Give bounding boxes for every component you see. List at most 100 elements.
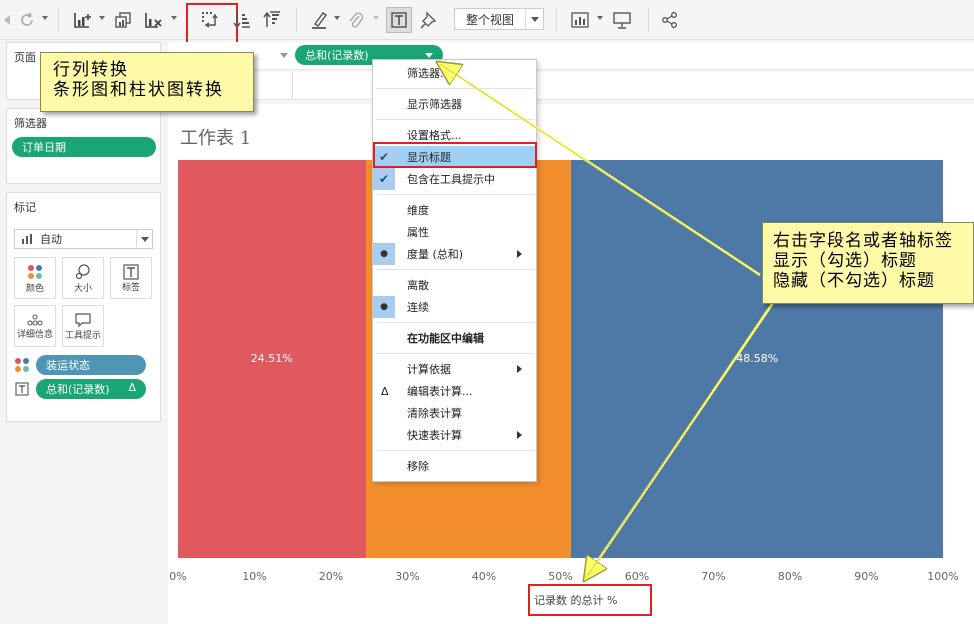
new-worksheet-icon[interactable]	[70, 7, 96, 33]
highlight-caret-icon[interactable]	[334, 16, 340, 20]
menu-separator	[377, 450, 534, 451]
color-dots-icon	[28, 264, 42, 279]
menu-item[interactable]: 在功能区中编辑	[373, 327, 536, 349]
show-me-caret-icon[interactable]	[597, 16, 603, 20]
detail-mark-button[interactable]: 详细信息	[14, 305, 56, 347]
refresh-icon[interactable]	[16, 7, 38, 33]
toolbar-separator	[556, 8, 557, 32]
duplicate-sheet-icon[interactable]	[112, 7, 136, 33]
menu-item[interactable]: 快速表计算	[373, 424, 536, 446]
menu-item[interactable]: Δ 编辑表计算...	[373, 380, 536, 402]
menu-item-label: 属性	[407, 226, 429, 239]
menu-separator	[377, 119, 534, 120]
menu-item-label: 度量 (总和)	[407, 248, 464, 261]
menu-item[interactable]: 离散	[373, 274, 536, 296]
tooltip-label: 工具提示	[64, 330, 101, 341]
color-mark-button[interactable]: 颜色	[14, 257, 56, 299]
menu-item-label: 连续	[407, 301, 429, 314]
menu-item-label: 维度	[407, 204, 429, 217]
callout-swap-rows-columns: 行列转换 条形图和柱状图转换	[40, 52, 254, 112]
menu-item[interactable]: 移除	[373, 455, 536, 477]
highlight-pen-icon[interactable]	[306, 7, 332, 33]
menu-item-label: 包含在工具提示中	[407, 173, 495, 186]
callout-show-header: 右击字段名或者轴标签 显示（勾选）标题 隐藏（不勾选）标题	[762, 222, 974, 304]
redo-icon[interactable]	[0, 7, 14, 33]
label-field-row: 总和(记录数) Δ	[14, 379, 146, 399]
menu-separator	[377, 88, 534, 89]
menu-item[interactable]: ● 连续	[373, 296, 536, 318]
toolbar-separator	[296, 8, 297, 32]
color-field-row: 装运状态	[14, 355, 146, 375]
refresh-caret-icon[interactable]	[42, 16, 48, 20]
sort-descending-icon[interactable]	[260, 7, 284, 33]
show-mark-labels-icon[interactable]	[386, 7, 412, 33]
menu-item[interactable]: 清除表计算	[373, 402, 536, 424]
menu-item[interactable]: ✔ 包含在工具提示中	[373, 168, 536, 190]
menu-item[interactable]: 筛选器...	[373, 62, 536, 84]
menu-item[interactable]: ● 度量 (总和)	[373, 243, 536, 265]
show-me-icon[interactable]	[568, 7, 592, 33]
submenu-arrow-icon	[517, 431, 522, 439]
checkmark-icon: ✔	[373, 168, 395, 190]
chevron-down-icon	[525, 9, 543, 29]
x-tick-label: 0%	[169, 570, 187, 583]
label-label: 标签	[121, 282, 140, 293]
filters-title: 筛选器	[14, 117, 47, 130]
x-tick-label: 10%	[242, 570, 267, 583]
clear-sheet-caret-icon[interactable]	[171, 16, 177, 20]
chevron-down-icon	[136, 230, 152, 248]
submenu-arrow-icon	[517, 250, 522, 258]
table-calc-delta-icon: Δ	[128, 381, 136, 394]
columns-pill-label: 总和(记录数)	[305, 49, 369, 62]
menu-item-label: 设置格式...	[407, 129, 462, 142]
fit-view-select[interactable]: 整个视图	[454, 8, 544, 30]
callout-left-line1: 行列转换	[53, 60, 129, 80]
label-mark-button[interactable]: 标签	[110, 257, 152, 299]
share-icon[interactable]	[658, 7, 682, 33]
bar-segment-label: 24.51%	[250, 352, 293, 365]
menu-item[interactable]: 计算依据	[373, 358, 536, 380]
menu-item[interactable]: 显示筛选器	[373, 93, 536, 115]
color-label: 颜色	[25, 283, 44, 294]
detail-label: 详细信息	[16, 329, 53, 340]
filter-pill-order-date[interactable]: 订单日期	[12, 137, 156, 157]
group-paperclip-icon[interactable]	[344, 7, 368, 33]
menu-item-label: 编辑表计算...	[407, 385, 473, 398]
new-worksheet-caret-icon[interactable]	[99, 16, 105, 20]
text-label-icon	[123, 263, 139, 280]
columns-shelf: 总和(记录数)	[168, 42, 974, 70]
mark-type-select[interactable]: 自动	[14, 229, 153, 249]
presentation-mode-icon[interactable]	[610, 7, 634, 33]
sort-ascending-icon[interactable]	[230, 7, 254, 33]
toolbar-separator	[648, 8, 649, 32]
x-tick-label: 80%	[777, 570, 803, 583]
callout-right-line1: 右击字段名或者轴标签	[773, 231, 953, 251]
menu-item[interactable]: 属性	[373, 221, 536, 243]
marks-title: 标记	[14, 201, 36, 214]
group-caret-icon[interactable]	[373, 16, 379, 20]
menu-item-label: 离散	[407, 279, 429, 292]
label-field-pill[interactable]: 总和(记录数) Δ	[36, 379, 146, 399]
submenu-arrow-icon	[517, 365, 522, 373]
menu-item[interactable]: 维度	[373, 199, 536, 221]
menu-item-label: 计算依据	[407, 363, 451, 376]
menu-item-label: 移除	[407, 460, 429, 473]
show-header-highlight-box	[373, 142, 537, 168]
x-tick-label: 30%	[395, 570, 420, 583]
color-field-pill[interactable]: 装运状态	[36, 355, 146, 375]
field-context-menu: 筛选器... 显示筛选器 设置格式... ✔ 显示标题 ✔ 包含在工具提示中 维度 属性 ● 度量 …	[372, 59, 537, 482]
toolbar: 整个视图	[0, 0, 974, 47]
fix-axes-pin-icon[interactable]	[418, 7, 440, 33]
size-label: 大小	[73, 283, 92, 294]
tooltip-mark-button[interactable]: 工具提示	[62, 305, 104, 347]
shelf-dropdown-icon[interactable]	[280, 53, 288, 58]
menu-item-label: 显示筛选器	[407, 98, 462, 111]
size-mark-button[interactable]: 大小	[62, 257, 104, 299]
rows-shelf-divider	[292, 72, 293, 100]
color-dots-icon	[15, 358, 29, 372]
x-tick-label: 20%	[318, 570, 344, 583]
menu-separator	[377, 269, 534, 270]
callout-left-line2: 条形图和柱状图转换	[53, 80, 224, 100]
clear-sheet-icon[interactable]	[142, 7, 166, 33]
delta-icon: Δ	[381, 384, 389, 398]
